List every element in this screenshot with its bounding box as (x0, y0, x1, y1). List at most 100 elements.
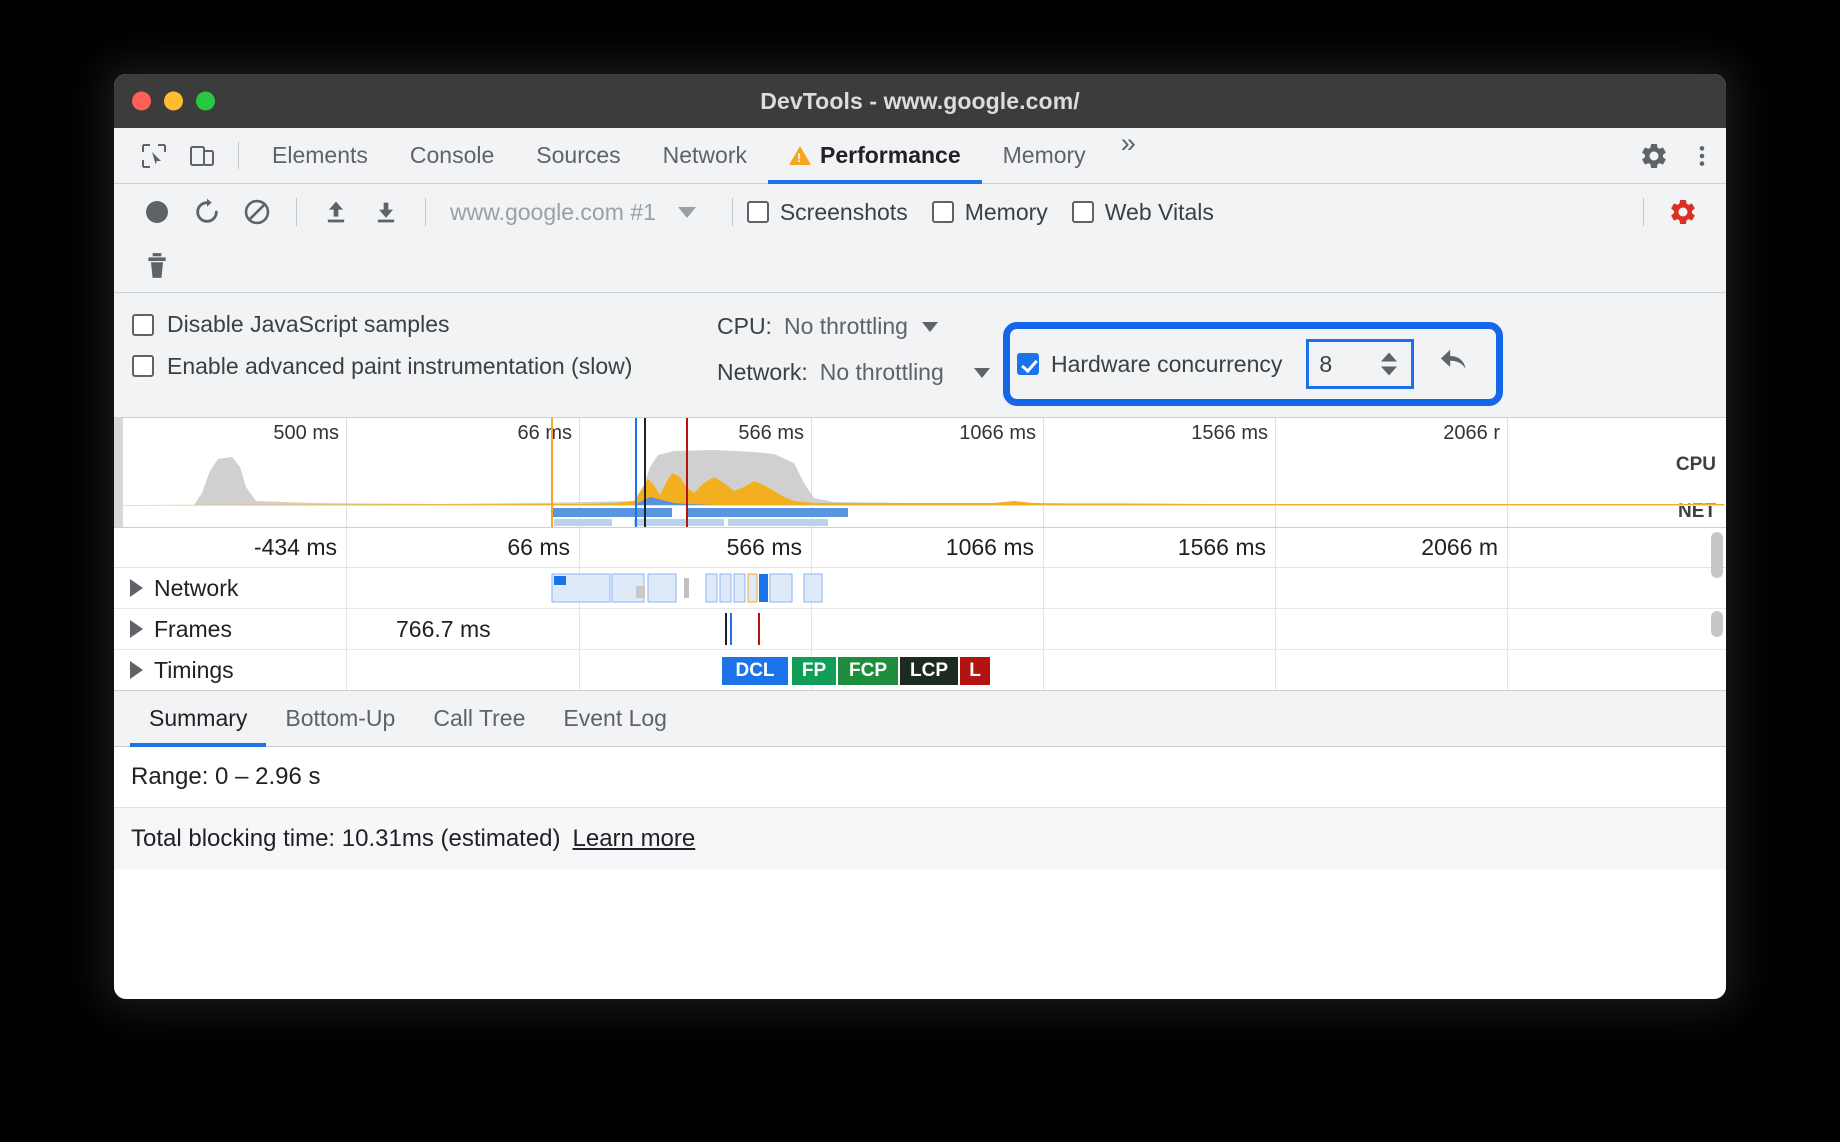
learn-more-link[interactable]: Learn more (573, 825, 696, 853)
tracks-tick: 566 ms (727, 534, 811, 561)
checkbox-label: Disable JavaScript samples (167, 311, 450, 338)
trash-icon[interactable] (132, 243, 182, 289)
devtools-window: DevTools - www.google.com/ Elements (114, 74, 1726, 999)
hardware-concurrency-checkbox[interactable] (1017, 353, 1039, 375)
capture-settings-gear-icon[interactable] (1658, 189, 1708, 235)
tab-label: Call Tree (433, 705, 525, 732)
screenshots-checkbox[interactable]: Screenshots (747, 199, 908, 226)
hardware-concurrency-control: Hardware concurrency 8 (1017, 337, 1474, 391)
inspect-element-icon[interactable] (130, 128, 178, 183)
tab-label: Memory (1003, 142, 1086, 169)
checkbox-label: Memory (965, 199, 1048, 226)
tab-label: Bottom-Up (285, 705, 395, 732)
upload-profile-icon[interactable] (311, 189, 361, 235)
tab-bottom-up[interactable]: Bottom-Up (266, 691, 414, 746)
gear-icon[interactable] (1630, 141, 1678, 171)
tab-label: Event Log (563, 705, 667, 732)
tabbar-divider (238, 142, 239, 169)
tab-call-tree[interactable]: Call Tree (414, 691, 544, 746)
more-tabs-icon[interactable]: » (1107, 128, 1150, 183)
record-circle-icon[interactable] (132, 189, 182, 235)
track-row-frames[interactable]: Frames 766.7 ms (114, 609, 1726, 650)
device-toolbar-icon[interactable] (178, 128, 226, 183)
profile-name-label[interactable]: www.google.com #1 (450, 199, 656, 226)
network-throttling-value[interactable]: No throttling (820, 359, 944, 386)
total-blocking-time-row: Total blocking time: 10.31ms (estimated)… (114, 808, 1726, 869)
kebab-menu-icon[interactable] (1678, 143, 1726, 169)
track-expander-timings[interactable]: Timings (114, 657, 346, 684)
checkbox-box (132, 314, 154, 336)
track-label: Network (154, 575, 238, 602)
tab-memory[interactable]: Memory (982, 128, 1107, 183)
network-throttling-label: Network: (717, 359, 808, 386)
tab-label: Elements (272, 142, 368, 169)
checkbox-box (1072, 201, 1094, 223)
tracks-scrollbar-thumb-bottom[interactable] (1711, 611, 1723, 637)
timeline-overview[interactable]: 500 ms 66 ms 566 ms 1066 ms 1566 ms 2066… (114, 418, 1726, 528)
advanced-paint-instrumentation-checkbox[interactable]: Enable advanced paint instrumentation (s… (132, 352, 717, 380)
triangle-right-icon (130, 620, 143, 638)
summary-range-label: Range: 0 – 2.96 s (131, 763, 320, 791)
tab-performance[interactable]: Performance (768, 128, 982, 183)
spinner-up-icon[interactable] (1381, 353, 1397, 362)
minimize-window-button[interactable] (164, 92, 183, 111)
triangle-right-icon (130, 661, 143, 679)
reload-record-icon[interactable] (182, 189, 232, 235)
caret-down-icon[interactable] (678, 207, 696, 218)
overview-range-handle-left[interactable] (114, 418, 123, 527)
network-requests-waterfall (114, 568, 1726, 609)
details-tabbar: Summary Bottom-Up Call Tree Event Log (114, 691, 1726, 747)
tab-console[interactable]: Console (389, 128, 515, 183)
track-label: Timings (154, 657, 234, 684)
toolbar-divider-4 (1643, 198, 1644, 226)
web-vitals-checkbox[interactable]: Web Vitals (1072, 199, 1214, 226)
toolbar-divider-3 (732, 198, 733, 226)
tracks-tick: -434 ms (254, 534, 346, 561)
tab-summary[interactable]: Summary (130, 691, 266, 746)
timing-marker-l[interactable]: L (960, 657, 990, 685)
tracks-tick: 1066 ms (946, 534, 1043, 561)
disable-js-samples-checkbox[interactable]: Disable JavaScript samples (132, 311, 717, 338)
tab-sources[interactable]: Sources (515, 128, 641, 183)
chevron-down-icon[interactable] (922, 322, 938, 332)
cpu-throttling-value[interactable]: No throttling (784, 313, 908, 340)
hardware-concurrency-reset-button[interactable] (1438, 348, 1474, 380)
overview-tick: 1066 ms (959, 422, 1043, 445)
tracks-tick: 1566 ms (1178, 534, 1275, 561)
tracks-ruler: -434 ms 66 ms 566 ms 1066 ms 1566 ms 206… (114, 528, 1726, 568)
tab-network[interactable]: Network (642, 128, 768, 183)
hardware-concurrency-input[interactable]: 8 (1306, 339, 1414, 389)
download-profile-icon[interactable] (361, 189, 411, 235)
total-blocking-time-label: Total blocking time: 10.31ms (estimated) (131, 825, 561, 853)
overview-marker-black (644, 418, 646, 527)
spinner-down-icon[interactable] (1381, 367, 1397, 376)
overview-marker-blue (635, 418, 637, 527)
timing-marker-lcp[interactable]: LCP (900, 657, 958, 685)
timing-marker-dcl[interactable]: DCL (722, 657, 788, 685)
clear-icon[interactable] (232, 189, 282, 235)
checkbox-box (932, 201, 954, 223)
timing-marker-fp[interactable]: FP (792, 657, 836, 685)
memory-checkbox[interactable]: Memory (932, 199, 1048, 226)
tracks-tick: 66 ms (507, 534, 579, 561)
tab-label: Sources (536, 142, 620, 169)
capture-settings-pane: Disable JavaScript samples Enable advanc… (114, 293, 1726, 418)
track-expander-network[interactable]: Network (114, 575, 346, 602)
chevron-down-icon[interactable] (974, 368, 990, 378)
traffic-lights (132, 92, 215, 111)
maximize-window-button[interactable] (196, 92, 215, 111)
tab-elements[interactable]: Elements (251, 128, 389, 183)
track-row-timings[interactable]: Timings DCL FP FCP LCP L (114, 650, 1726, 691)
tab-label: Console (410, 142, 494, 169)
overview-tick: 500 ms (273, 422, 346, 445)
track-row-network[interactable]: Network (114, 568, 1726, 609)
number-spinner-icon[interactable] (1381, 353, 1397, 376)
close-window-button[interactable] (132, 92, 151, 111)
tabbar-actions (1605, 128, 1726, 183)
hardware-concurrency-value: 8 (1319, 351, 1332, 378)
tab-event-log[interactable]: Event Log (544, 691, 686, 746)
track-expander-frames[interactable]: Frames (114, 616, 346, 643)
tracks-scrollbar-thumb-top[interactable] (1711, 532, 1723, 578)
timeline-tracks: -434 ms 66 ms 566 ms 1066 ms 1566 ms 206… (114, 528, 1726, 691)
timing-marker-fcp[interactable]: FCP (838, 657, 898, 685)
